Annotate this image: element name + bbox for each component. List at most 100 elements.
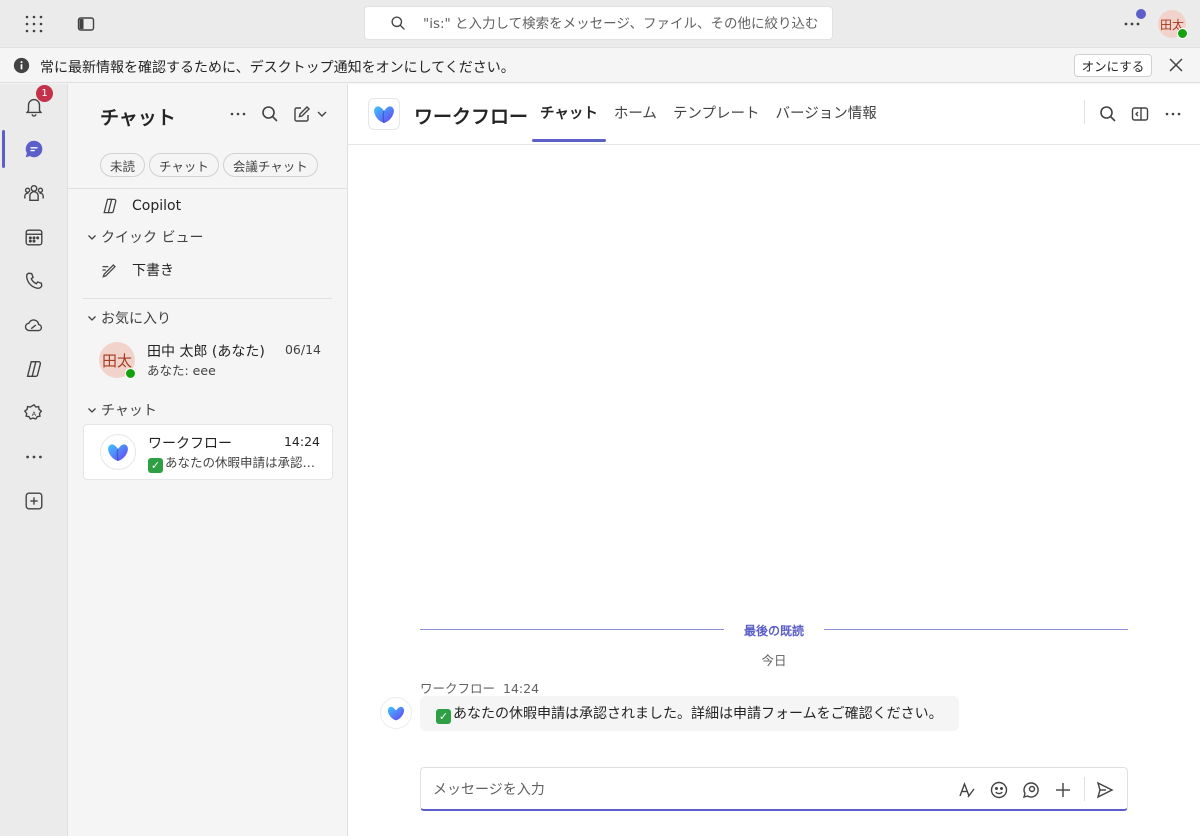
rail-copilot[interactable] <box>20 355 48 383</box>
check-mark-icon: ✓ <box>148 458 163 473</box>
calendar-icon <box>23 226 45 248</box>
app-rail: 1 A <box>0 84 68 836</box>
teams-icon <box>23 182 45 204</box>
message-bubble[interactable]: ✓ あなたの休暇申請は承認されました。詳細は申請フォームをご確認ください。 <box>420 696 959 731</box>
rail-calls[interactable] <box>20 267 48 295</box>
chat-preview: あなた: eee <box>147 363 216 378</box>
drafts-item[interactable]: 下書き <box>100 260 174 280</box>
chevron-down-icon <box>86 404 98 416</box>
divider <box>83 298 332 299</box>
app-launcher-icon[interactable] <box>22 12 46 36</box>
workflows-logo-icon <box>100 434 136 470</box>
more-icon[interactable] <box>1163 104 1183 124</box>
emoji-icon[interactable] <box>989 780 1009 800</box>
chevron-down-icon <box>86 231 98 243</box>
divider <box>1084 777 1085 801</box>
send-icon[interactable] <box>1095 780 1115 800</box>
tab-chat[interactable]: チャット <box>532 84 606 144</box>
rail-chat[interactable] <box>2 130 48 168</box>
pencil-icon <box>100 260 120 280</box>
notification-banner: 常に最新情報を確認するために、デスクトップ通知をオンにしてください。 オンにする <box>0 48 1200 83</box>
tab-home[interactable]: ホーム <box>606 84 665 144</box>
cloud-icon <box>23 314 45 336</box>
message-input[interactable] <box>433 779 933 801</box>
filter-meeting-chats[interactable]: 会議チャット <box>222 153 318 177</box>
check-mark-icon: ✓ <box>436 709 451 724</box>
more-options-icon[interactable] <box>1120 9 1146 36</box>
workflows-logo-icon <box>380 697 412 729</box>
rail-activity[interactable]: 1 <box>20 85 53 120</box>
divider <box>1084 100 1085 124</box>
add-icon <box>23 490 45 512</box>
last-read-label: 最後の既読 <box>743 624 804 638</box>
banner-text: 常に最新情報を確認するために、デスクトップ通知をオンにしてください。 <box>40 60 515 76</box>
add-icon[interactable] <box>1053 780 1073 800</box>
chat-list-item-selected[interactable]: ワークフロー ✓あなたの休暇申請は承認されました。詳細は申請フォームをご確認くだ… <box>83 424 333 480</box>
notification-dot <box>1136 9 1146 19</box>
copilot-item[interactable]: Copilot <box>100 196 181 216</box>
chat-list-pane: チャット 未読 チャット 会議チャット Copilot クイック ビュー 下書き… <box>68 84 348 836</box>
section-chats[interactable]: チャット <box>86 400 157 420</box>
message-meta: ワークフロー 14:24 <box>420 678 539 697</box>
search-icon[interactable] <box>1098 104 1118 124</box>
message-composer[interactable] <box>420 767 1128 811</box>
chat-preview: ✓あなたの休暇申請は承認されました。詳細は申請フォームをご確認ください。 <box>148 452 320 473</box>
chat-pane-title: チャット <box>100 107 176 129</box>
search-input[interactable] <box>423 13 827 35</box>
rail-more[interactable] <box>20 443 48 471</box>
avatar: 田太 <box>99 342 136 379</box>
date-separator: 今日 <box>761 653 787 668</box>
message-sender: ワークフロー <box>420 681 496 696</box>
message-time: 14:24 <box>503 681 540 696</box>
tab-version-info[interactable]: バージョン情報 <box>768 84 885 144</box>
top-bar: 田太 <box>0 0 1200 48</box>
chat-time: 14:24 <box>283 434 320 449</box>
search-box[interactable] <box>364 6 833 40</box>
rail-add-app[interactable] <box>20 487 48 515</box>
chat-icon <box>23 138 45 160</box>
activity-badge: 1 <box>36 85 53 102</box>
sidebar-toggle-icon[interactable] <box>74 12 98 36</box>
workflows-logo-icon <box>368 98 400 130</box>
tab-templates[interactable]: テンプレート <box>665 84 768 144</box>
more-icon <box>23 446 45 468</box>
side-panel-icon[interactable] <box>1130 104 1150 124</box>
profile-avatar[interactable]: 田太 <box>1158 10 1188 39</box>
apps-icon: A <box>23 402 45 424</box>
search-icon[interactable] <box>260 104 280 124</box>
last-read-divider: 最後の既読 <box>420 620 1128 640</box>
message-text: あなたの休暇申請は承認されました。詳細は申請フォームをご確認ください。 <box>453 706 943 722</box>
close-icon[interactable] <box>1167 56 1185 74</box>
copilot-icon <box>23 358 45 380</box>
section-quick-view[interactable]: クイック ビュー <box>86 227 203 247</box>
section-favorites[interactable]: お気に入り <box>86 308 171 328</box>
chat-name: ワークフロー <box>148 436 232 452</box>
rail-calendar[interactable] <box>20 223 48 251</box>
more-icon[interactable] <box>228 104 248 124</box>
new-chat-button[interactable] <box>292 104 332 124</box>
conversation-pane: ワークフロー チャット ホーム テンプレート バージョン情報 最後の既読 今日 … <box>348 84 1200 836</box>
info-icon <box>13 57 30 74</box>
loop-icon[interactable] <box>1021 780 1041 800</box>
presence-available-icon <box>1177 28 1188 39</box>
rail-apps[interactable]: A <box>20 399 48 427</box>
filter-chats[interactable]: チャット <box>149 153 219 177</box>
divider <box>68 188 348 189</box>
chat-name: 田中 太郎 (あなた) <box>147 344 265 360</box>
chat-time: 06/14 <box>284 342 321 357</box>
filter-unread[interactable]: 未読 <box>100 153 146 177</box>
conversation-tabs: チャット ホーム テンプレート バージョン情報 <box>532 84 885 144</box>
chat-filters: 未読 チャット 会議チャット <box>100 153 318 177</box>
rail-teams[interactable] <box>20 179 48 207</box>
conversation-header: ワークフロー チャット ホーム テンプレート バージョン情報 <box>348 84 1200 145</box>
chevron-down-icon <box>86 312 98 324</box>
phone-icon <box>23 270 45 292</box>
presence-available-icon <box>125 368 136 379</box>
rail-onedrive[interactable] <box>20 311 48 339</box>
copilot-icon <box>100 196 120 216</box>
enable-notifications-button[interactable]: オンにする <box>1074 54 1152 77</box>
search-icon <box>390 15 407 32</box>
svg-text:A: A <box>32 410 37 418</box>
chat-list-item[interactable]: 田太 田中 太郎 (あなた) あなた: eee 06/14 <box>83 333 333 389</box>
format-icon[interactable] <box>957 780 977 800</box>
